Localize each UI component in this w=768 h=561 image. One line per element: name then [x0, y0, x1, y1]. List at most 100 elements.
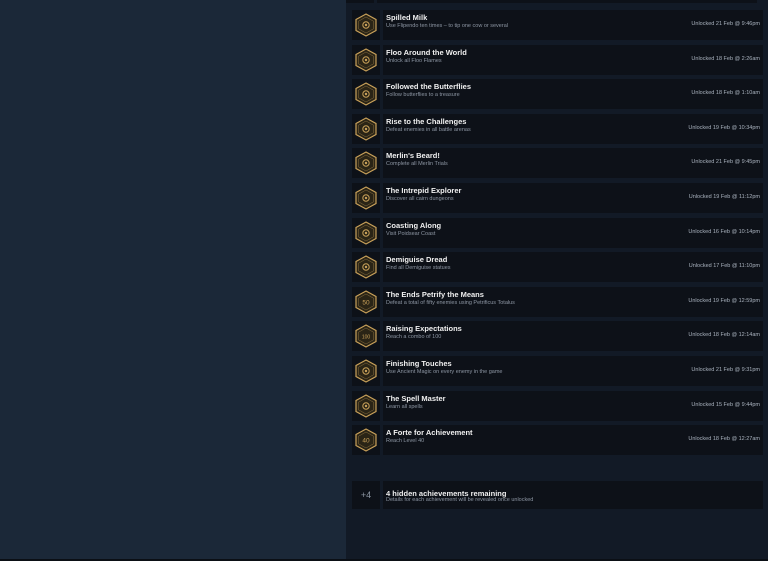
- unlock-date: Unlocked 16 Feb @ 10:14pm: [688, 228, 760, 235]
- unlock-date: Unlocked 17 Feb @ 11:10pm: [688, 263, 760, 270]
- dungeon-icon: [355, 186, 377, 210]
- achievement-icon-cell: [352, 356, 380, 386]
- achievement-description: Reach Level 40: [386, 438, 425, 445]
- achievement-row[interactable]: 100 Raising Expectations Reach a combo of …: [352, 321, 763, 352]
- achievement-row[interactable]: 40 A Forte for Achievement Reach Level 40 U…: [352, 425, 763, 456]
- unlock-date: Unlocked 15 Feb @ 9:44pm: [691, 401, 760, 408]
- achievement-description: Visit Poidsear Coast: [386, 230, 436, 237]
- achievement-row[interactable]: Spilled Milk Use Flipendo ten times – to …: [352, 10, 763, 40]
- achievement-title: A Forte for Achievement: [386, 428, 473, 438]
- achievement-row[interactable]: Finishing Touches Use Ancient Magic on ev…: [352, 356, 763, 386]
- achievement-text-cell: The Intrepid Explorer Discover all cairn …: [383, 183, 763, 213]
- achievements-panel[interactable]: Spilled Milk Use Flipendo ten times – to …: [346, 0, 768, 561]
- achievement-text-cell: A Forte for Achievement Reach Level 40 Unl…: [383, 425, 763, 456]
- achievement-icon-cell: [352, 148, 380, 179]
- unlock-date: Unlocked 18 Feb @ 1:10am: [691, 90, 760, 97]
- achievement-row[interactable]: Demiguise Dread Find all Demiguise statue…: [352, 252, 763, 283]
- achievement-description: Complete all Merlin Trials: [386, 161, 448, 168]
- achievement-title: Rise to the Challenges: [386, 116, 467, 126]
- achievement-icon-cell: 50: [352, 286, 380, 317]
- achievement-row-partial: [346, 0, 757, 3]
- achievement-row[interactable]: Rise to the Challenges Defeat enemies in …: [352, 113, 763, 144]
- achievement-title: The Intrepid Explorer: [386, 186, 462, 195]
- achievement-text-cell: Followed the Butterflies Follow butterfli…: [383, 79, 763, 110]
- achievement-description: Find all Demiguise statues: [386, 265, 451, 272]
- unlock-date: Unlocked 21 Feb @ 9:46pm: [691, 21, 760, 27]
- achievement-text-cell: Merlin's Beard! Complete all Merlin Trial…: [383, 148, 763, 179]
- achievement-icon-cell: [352, 113, 380, 144]
- achievement-row[interactable]: Floo Around the World Unlock all Floo Fla…: [352, 44, 763, 75]
- achievement-title: Raising Expectations: [386, 324, 462, 334]
- hidden-count-cell: +4: [352, 481, 380, 509]
- achievement-text-cell: The Spell Master Learn all spells Unlocked…: [383, 390, 763, 421]
- achievement-icon-cell: [352, 10, 380, 40]
- unlock-date: Unlocked 18 Feb @ 12:14am: [688, 332, 760, 339]
- ancient-magic-icon: [355, 359, 377, 383]
- achievement-text-cell: Rise to the Challenges Defeat enemies in …: [383, 113, 763, 144]
- achievement-row[interactable]: The Intrepid Explorer Discover all cairn …: [352, 183, 763, 213]
- achievement-icon-cell: 40: [352, 425, 380, 456]
- achievement-title: The Ends Petrify the Means: [386, 289, 484, 299]
- badge-100-icon: 100: [355, 324, 377, 349]
- unlock-date: Unlocked 18 Feb @ 2:26am: [691, 55, 760, 62]
- achievement-description: Unlock all Floo Flames: [386, 57, 442, 64]
- hidden-text-cell: 4 hidden achievements remaining Details …: [383, 481, 763, 509]
- achievement-icon-cell: [352, 183, 380, 213]
- hidden-achievements-row: +4 4 hidden achievements remaining Detai…: [352, 481, 763, 509]
- arena-icon: [355, 117, 377, 141]
- achievement-text-cell: The Ends Petrify the Means Defeat a total…: [383, 286, 763, 317]
- achievement-icon-cell: [352, 44, 380, 75]
- coast-icon: [355, 220, 377, 245]
- achievement-text-cell: Spilled Milk Use Flipendo ten times – to …: [383, 10, 763, 40]
- achievement-icon-cell: [352, 252, 380, 283]
- badge-50-icon: 50: [355, 290, 377, 314]
- unlock-date: Unlocked 19 Feb @ 12:59pm: [688, 297, 760, 304]
- svg-text:100: 100: [362, 335, 371, 341]
- unlock-date: Unlocked 21 Feb @ 9:45pm: [691, 159, 760, 166]
- left-panel: [0, 0, 346, 561]
- unlock-date: Unlocked 19 Feb @ 10:34pm: [688, 124, 760, 131]
- achievement-title: Finishing Touches: [386, 359, 452, 368]
- achievement-description: Defeat a total of fifty enemies using Pe…: [386, 299, 515, 306]
- achievement-text-cell: Coasting Along Visit Poidsear Coast Unlock…: [383, 217, 763, 248]
- achievement-text-cell: Finishing Touches Use Ancient Magic on ev…: [383, 356, 763, 386]
- achievement-title: Floo Around the World: [386, 47, 467, 57]
- achievement-title: Demiguise Dread: [386, 255, 448, 265]
- achievement-description: Reach a combo of 100: [386, 334, 442, 341]
- swirl-icon: [355, 13, 377, 37]
- achievement-title: Spilled Milk: [386, 13, 428, 22]
- unlock-date: Unlocked 21 Feb @ 9:31pm: [691, 367, 760, 373]
- achievement-icon-cell: [346, 0, 374, 3]
- achievement-text-cell: Demiguise Dread Find all Demiguise statue…: [383, 252, 763, 283]
- unlock-date: Unlocked 18 Feb @ 12:27am: [688, 436, 760, 443]
- butterfly-icon: [355, 82, 377, 106]
- unlock-date: Unlocked 19 Feb @ 11:12pm: [688, 194, 760, 200]
- achievement-icon-cell: [352, 217, 380, 248]
- achievement-row[interactable]: Followed the Butterflies Follow butterfli…: [352, 79, 763, 110]
- svg-text:50: 50: [362, 299, 370, 306]
- achievement-description: Discover all cairn dungeons: [386, 196, 454, 202]
- achievement-description: Use Ancient Magic on every enemy in the …: [386, 369, 503, 375]
- achievement-row[interactable]: 50 The Ends Petrify the Means Defeat a tot…: [352, 286, 763, 317]
- achievement-title: Merlin's Beard!: [386, 151, 440, 161]
- achievement-title: The Spell Master: [386, 393, 446, 403]
- achievement-title: Coasting Along: [386, 220, 442, 230]
- flame-icon: [355, 47, 377, 72]
- achievement-icon-cell: 100: [352, 321, 380, 352]
- hidden-count: +4: [360, 490, 372, 500]
- svg-text:40: 40: [362, 438, 370, 445]
- achievement-row[interactable]: The Spell Master Learn all spells Unlocked…: [352, 390, 763, 421]
- achievement-icon-cell: [352, 79, 380, 110]
- achievement-text-cell: [377, 0, 757, 3]
- achievement-text-cell: Raising Expectations Reach a combo of 100…: [383, 321, 763, 352]
- level-40-icon: 40: [355, 428, 377, 452]
- achievement-text-cell: Floo Around the World Unlock all Floo Fla…: [383, 44, 763, 75]
- achievement-title: Followed the Butterflies: [386, 82, 472, 92]
- achievement-row[interactable]: Merlin's Beard! Complete all Merlin Trial…: [352, 148, 763, 179]
- achievement-description: Learn all spells: [386, 403, 423, 410]
- achievement-icon-cell: [352, 390, 380, 421]
- spell-icon: [355, 393, 377, 418]
- achievement-row[interactable]: Coasting Along Visit Poidsear Coast Unlock…: [352, 217, 763, 248]
- achievement-description: Defeat enemies in all battle arenas: [386, 126, 471, 133]
- hidden-desc: Details for each achievement will be rev…: [386, 497, 534, 503]
